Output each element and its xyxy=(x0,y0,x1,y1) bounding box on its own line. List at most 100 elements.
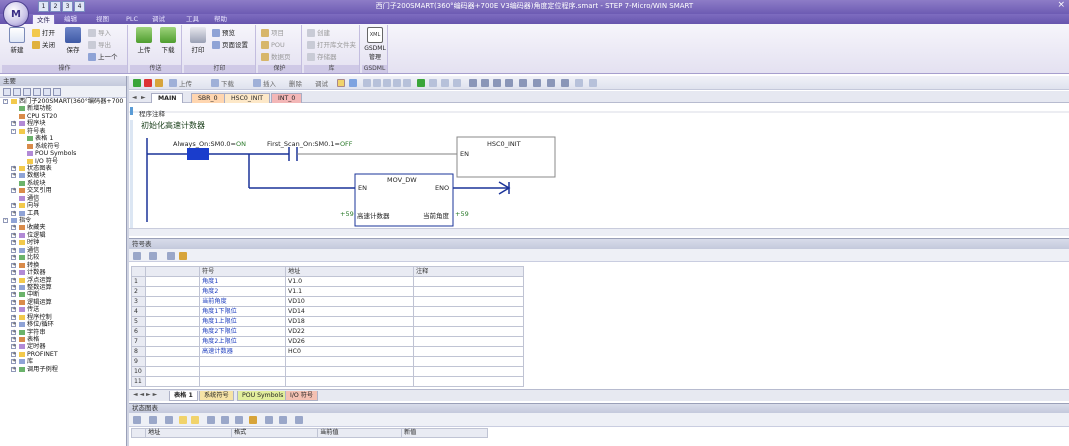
contact-always-on[interactable] xyxy=(187,148,209,160)
tree-item[interactable]: + 逻辑运算 xyxy=(0,299,126,306)
symbol-cell[interactable]: 角度1上限位 xyxy=(199,316,286,327)
status-remove-icon[interactable] xyxy=(149,416,157,424)
sheet-tab-io-symbols[interactable]: I/O 符号 xyxy=(285,391,319,401)
expand-icon[interactable]: + xyxy=(11,337,16,342)
tree-tool-icon-5[interactable] xyxy=(43,88,51,96)
expand-icon[interactable]: + xyxy=(11,344,16,350)
tool-icon-k[interactable] xyxy=(589,79,597,87)
tool-icon-j[interactable] xyxy=(575,79,583,87)
tree-item[interactable]: + 浮点运算 xyxy=(0,277,126,284)
collapse-icon[interactable]: - xyxy=(3,218,8,223)
address-cell[interactable] xyxy=(285,376,414,387)
row-number-cell[interactable]: 5 xyxy=(131,316,146,327)
comment-cell[interactable] xyxy=(413,376,524,387)
comment-cell[interactable] xyxy=(413,286,524,297)
status-pause-icon[interactable] xyxy=(191,416,199,424)
mov-out-symbol[interactable]: 当前角度 xyxy=(423,210,449,220)
tree-item[interactable]: + 数据块 xyxy=(0,172,126,179)
comment-cell[interactable] xyxy=(413,346,524,357)
expand-icon[interactable]: + xyxy=(11,262,16,268)
address-cell[interactable]: VD26 xyxy=(285,336,414,347)
expand-icon[interactable]: + xyxy=(11,173,16,179)
row-status-cell[interactable] xyxy=(145,366,200,377)
row-status-cell[interactable] xyxy=(145,326,200,337)
comment-cell[interactable] xyxy=(413,326,524,337)
table-row[interactable]: 3 当前角度 VD10 xyxy=(131,296,524,307)
table-row[interactable]: 11 xyxy=(131,376,524,387)
sheet-tab-table1[interactable]: 表格 1 xyxy=(169,391,198,401)
tree-item[interactable]: - 西门子200SMART(360°编码器+700 xyxy=(0,98,126,105)
compile-icon[interactable] xyxy=(155,79,163,87)
address-cell[interactable]: VD10 xyxy=(285,296,414,307)
symbol-cell[interactable]: 角度1下限位 xyxy=(199,306,286,317)
symbol-cell[interactable] xyxy=(199,376,286,387)
mov-in-symbol[interactable]: 高速计数器 xyxy=(357,210,390,220)
sheet-nav-arrows[interactable]: ◄ ◄ ► ► xyxy=(133,391,157,398)
expand-icon[interactable]: + xyxy=(11,366,16,372)
expand-icon[interactable]: + xyxy=(11,240,16,246)
expand-icon[interactable]: + xyxy=(11,203,16,209)
symbol-cell[interactable] xyxy=(199,366,286,377)
expand-icon[interactable]: + xyxy=(11,232,16,238)
protect-data-page-button[interactable]: 数据页 xyxy=(261,52,291,62)
status-unforce-icon[interactable] xyxy=(235,416,243,424)
network-insert-icon[interactable] xyxy=(547,79,555,87)
expand-icon[interactable]: + xyxy=(11,351,16,357)
tree-item[interactable]: 系统符号 xyxy=(0,143,126,150)
library-memory-button[interactable]: 存储器 xyxy=(307,52,337,62)
sheet-tab-system-symbols[interactable]: 系统符号 xyxy=(199,391,234,401)
import-button[interactable]: 导入 xyxy=(88,28,111,38)
tree-item[interactable]: 新增功能 xyxy=(0,105,126,112)
status-add-icon[interactable] xyxy=(133,416,141,424)
row-number-cell[interactable]: 6 xyxy=(131,326,146,337)
status-monitor-icon[interactable] xyxy=(179,416,187,424)
symbol-cell[interactable] xyxy=(199,356,286,367)
tree-item[interactable]: + 中断 xyxy=(0,291,126,298)
symbol-cell[interactable]: 角度1 xyxy=(199,276,286,287)
table-row[interactable]: 8 高速计数器 HC0 xyxy=(131,346,524,357)
sort-icon[interactable] xyxy=(167,252,175,260)
tree-item[interactable]: I/O 符号 xyxy=(0,158,126,165)
tree-item[interactable]: + 程序控制 xyxy=(0,314,126,321)
table-row[interactable]: 2 角度2 V1.1 xyxy=(131,286,524,297)
ribbon-tab-file[interactable]: 文件 xyxy=(32,14,55,24)
expand-icon[interactable]: + xyxy=(11,270,16,276)
tool-icon-g[interactable] xyxy=(429,79,437,87)
row-status-cell[interactable] xyxy=(145,376,200,387)
address-cell[interactable]: HC0 xyxy=(285,346,414,357)
tree-item[interactable]: + 通信 xyxy=(0,247,126,254)
expand-icon[interactable]: + xyxy=(11,188,16,194)
address-cell[interactable] xyxy=(285,366,414,377)
add-row-icon[interactable] xyxy=(133,252,141,260)
row-status-cell[interactable] xyxy=(145,306,200,317)
tool-icon-i[interactable] xyxy=(453,79,461,87)
tree-item[interactable]: + 计数器 xyxy=(0,269,126,276)
download-small-icon[interactable] xyxy=(211,79,219,87)
expand-icon[interactable]: + xyxy=(11,277,16,283)
insert-icon[interactable] xyxy=(253,79,261,87)
tree-item[interactable]: + 表格 xyxy=(0,336,126,343)
download-button[interactable]: 下载 xyxy=(155,27,181,54)
tree-item[interactable]: + 定时器 xyxy=(0,343,126,350)
tree-item[interactable]: + 库 xyxy=(0,358,126,365)
tool-icon-f[interactable] xyxy=(417,79,425,87)
row-status-cell[interactable] xyxy=(145,316,200,327)
app-logo[interactable]: M xyxy=(3,1,29,27)
preview-button[interactable]: 预览 xyxy=(212,28,235,38)
tool-icon-d[interactable] xyxy=(393,79,401,87)
expand-icon[interactable]: + xyxy=(11,307,16,313)
save-button[interactable]: 保存 xyxy=(60,27,86,54)
tree-item[interactable]: CPU ST20 xyxy=(0,113,126,120)
status-trend-icon[interactable] xyxy=(279,416,287,424)
tree-tool-icon-6[interactable] xyxy=(53,88,61,96)
expand-icon[interactable]: + xyxy=(11,322,16,328)
row-number-cell[interactable]: 7 xyxy=(131,336,146,347)
tree-item[interactable]: + 调用子例程 xyxy=(0,366,126,373)
tree-item[interactable]: 通信 xyxy=(0,195,126,202)
row-number-cell[interactable]: 1 xyxy=(131,276,146,287)
protect-pou-button[interactable]: POU xyxy=(261,40,285,50)
row-status-cell[interactable] xyxy=(145,356,200,367)
open-button[interactable]: 打开 xyxy=(32,28,55,38)
tab-int-0[interactable]: INT_0 xyxy=(271,93,303,103)
row-number-cell[interactable]: 9 xyxy=(131,356,146,367)
